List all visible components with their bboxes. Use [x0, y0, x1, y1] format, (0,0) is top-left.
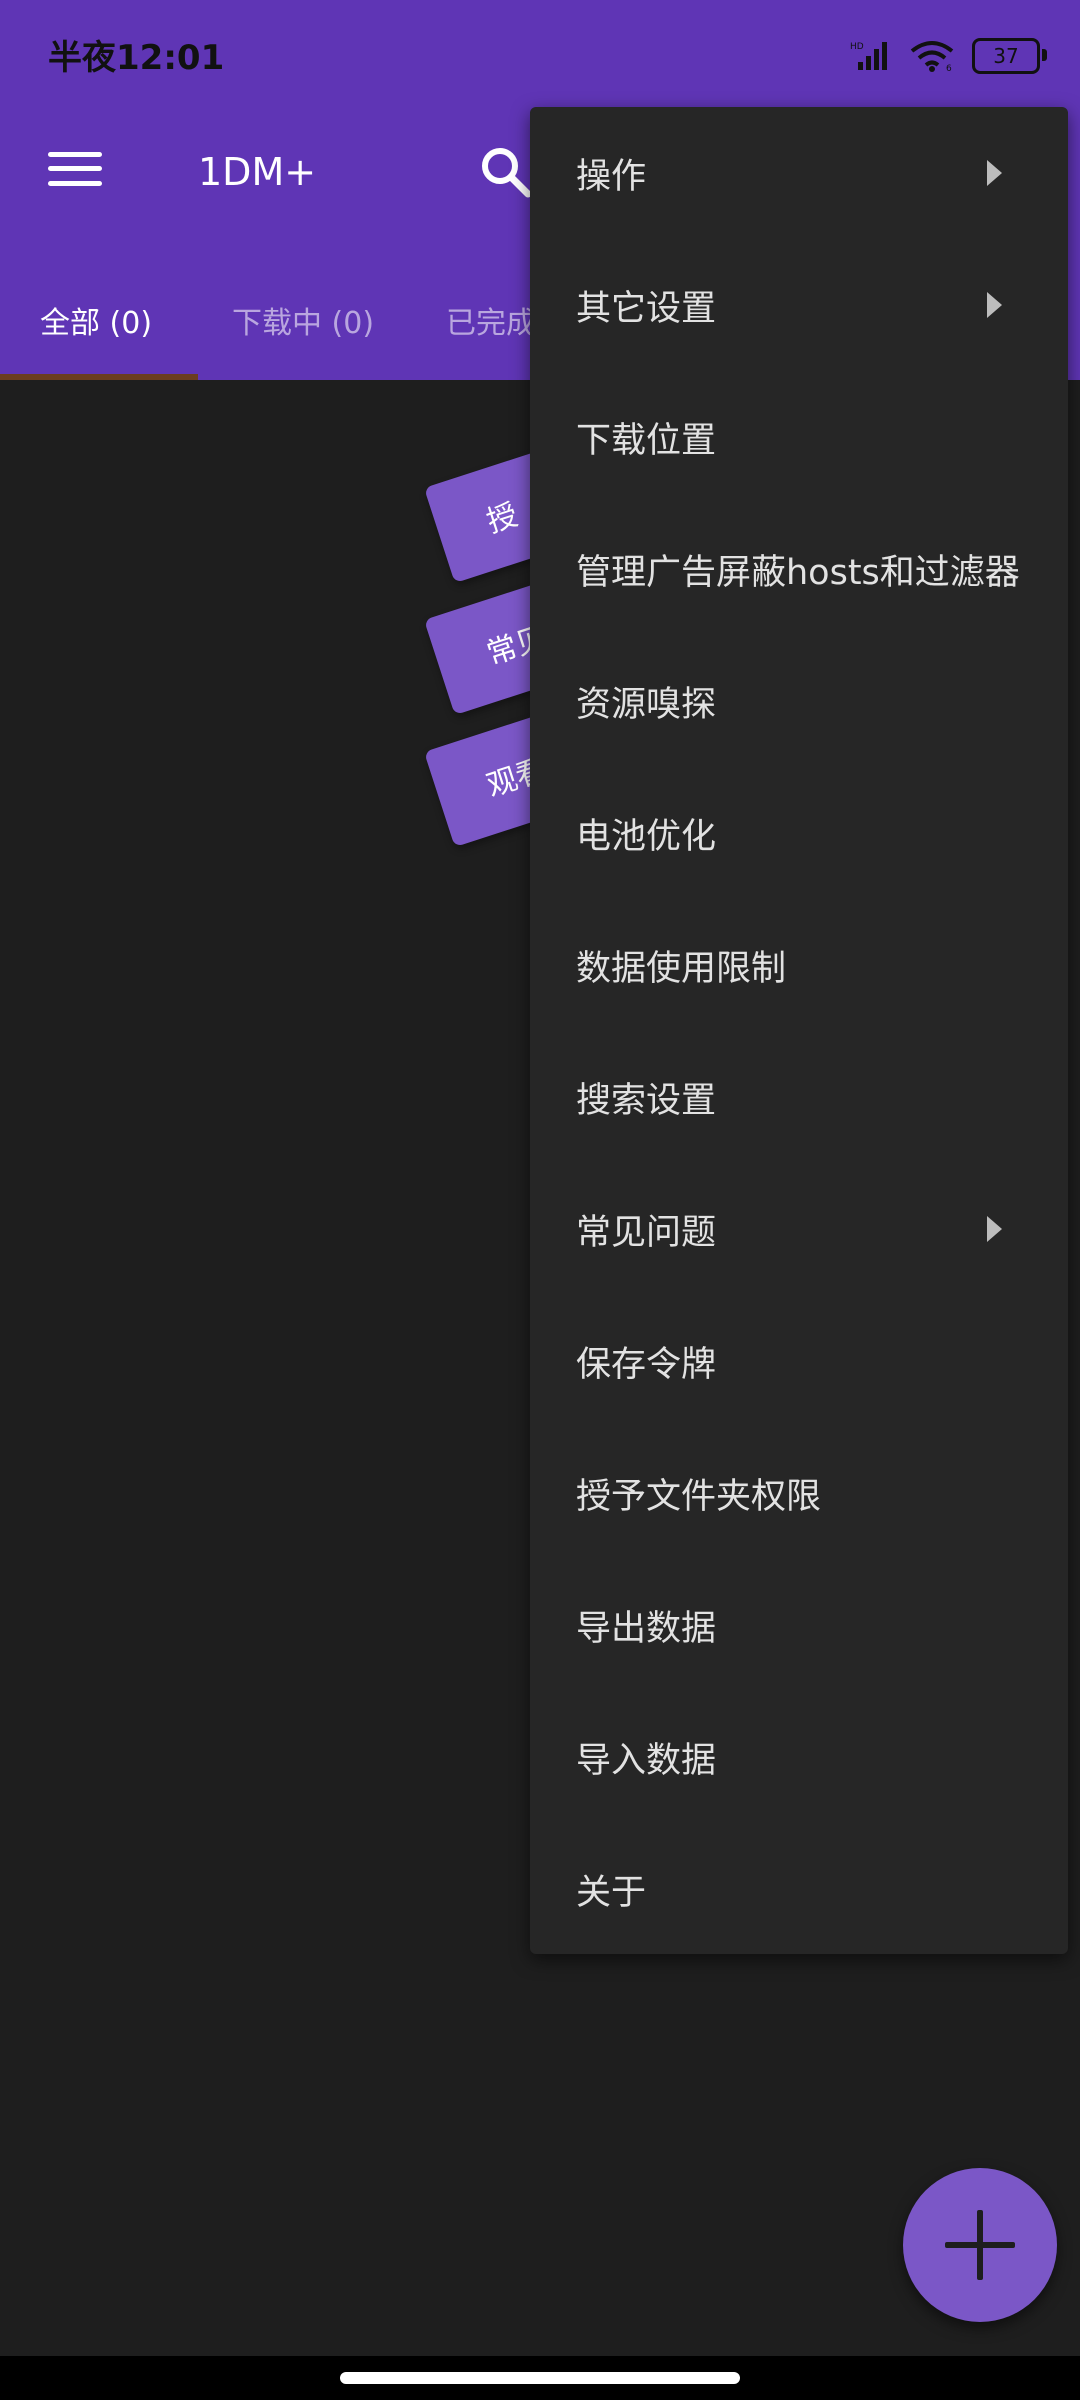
menu-item-data-usage-limit[interactable]: 数据使用限制: [530, 899, 1068, 1031]
menu-item-save-token[interactable]: 保存令牌: [530, 1295, 1068, 1427]
menu-item-label: 导入数据: [576, 1740, 717, 1781]
menu-item-label: 数据使用限制: [576, 948, 787, 989]
status-time: 半夜12:01: [48, 38, 225, 78]
menu-item-label: 操作: [576, 156, 647, 197]
svg-text:HD: HD: [850, 42, 864, 52]
menu-item-other-settings[interactable]: 其它设置: [530, 239, 1068, 371]
menu-item-label: 搜索设置: [576, 1080, 717, 1121]
menu-item-label: 其它设置: [576, 288, 717, 329]
menu-item-grant-folder-permission[interactable]: 授予文件夹权限: [530, 1427, 1068, 1559]
menu-item-faq[interactable]: 常见问题: [530, 1163, 1068, 1295]
svg-text:6: 6: [946, 64, 952, 72]
menu-item-label: 管理广告屏蔽hosts和过滤器: [576, 552, 1020, 593]
menu-item-label: 导出数据: [576, 1608, 717, 1649]
home-indicator[interactable]: [340, 2372, 740, 2384]
app-title: 1DM+: [198, 150, 317, 194]
menu-item-label: 常见问题: [576, 1212, 717, 1253]
hd-signal-icon: HD: [850, 42, 887, 70]
hamburger-icon[interactable]: [48, 148, 104, 192]
submenu-arrow-icon: [987, 160, 1002, 186]
menu-item-search-settings[interactable]: 搜索设置: [530, 1031, 1068, 1163]
screen: 半夜12:01 HD 6 37 1DM+ 全部 (0) 下载中 (0) 已完成 …: [0, 0, 1080, 2400]
menu-item-actions[interactable]: 操作: [530, 107, 1068, 239]
search-icon[interactable]: [478, 144, 534, 200]
add-download-button[interactable]: [903, 2168, 1057, 2322]
menu-item-label: 下载位置: [576, 420, 717, 461]
battery-icon: 37: [972, 38, 1047, 74]
submenu-arrow-icon: [987, 292, 1002, 318]
menu-item-download-location[interactable]: 下载位置: [530, 371, 1068, 503]
menu-item-label: 关于: [576, 1872, 647, 1913]
tab-downloading[interactable]: 下载中 (0): [232, 298, 374, 342]
wifi-icon: 6: [910, 41, 954, 72]
menu-item-import-data[interactable]: 导入数据: [530, 1691, 1068, 1823]
menu-item-label: 电池优化: [576, 816, 717, 857]
overflow-menu: 操作 其它设置 下载位置 管理广告屏蔽hosts和过滤器 资源嗅探 电池优化 数…: [530, 107, 1068, 1954]
navigation-bar: [0, 2356, 1080, 2400]
menu-item-export-data[interactable]: 导出数据: [530, 1559, 1068, 1691]
menu-item-label: 保存令牌: [576, 1344, 717, 1385]
menu-item-battery-optimization[interactable]: 电池优化: [530, 767, 1068, 899]
submenu-arrow-icon: [987, 1216, 1002, 1242]
menu-item-label: 授予文件夹权限: [576, 1476, 822, 1517]
menu-item-resource-sniffing[interactable]: 资源嗅探: [530, 635, 1068, 767]
tip-chip-label: 授: [482, 497, 523, 541]
tab-all[interactable]: 全部 (0): [40, 298, 152, 342]
battery-level: 37: [993, 44, 1019, 68]
status-icons: HD 6 37: [850, 36, 1047, 76]
status-bar: 半夜12:01 HD 6 37: [0, 0, 1080, 110]
menu-item-label: 资源嗅探: [576, 684, 717, 725]
menu-item-adblock-hosts[interactable]: 管理广告屏蔽hosts和过滤器: [530, 503, 1068, 635]
tab-completed[interactable]: 已完成: [446, 298, 536, 342]
menu-item-about[interactable]: 关于: [530, 1823, 1068, 1955]
tab-indicator: [0, 374, 198, 380]
